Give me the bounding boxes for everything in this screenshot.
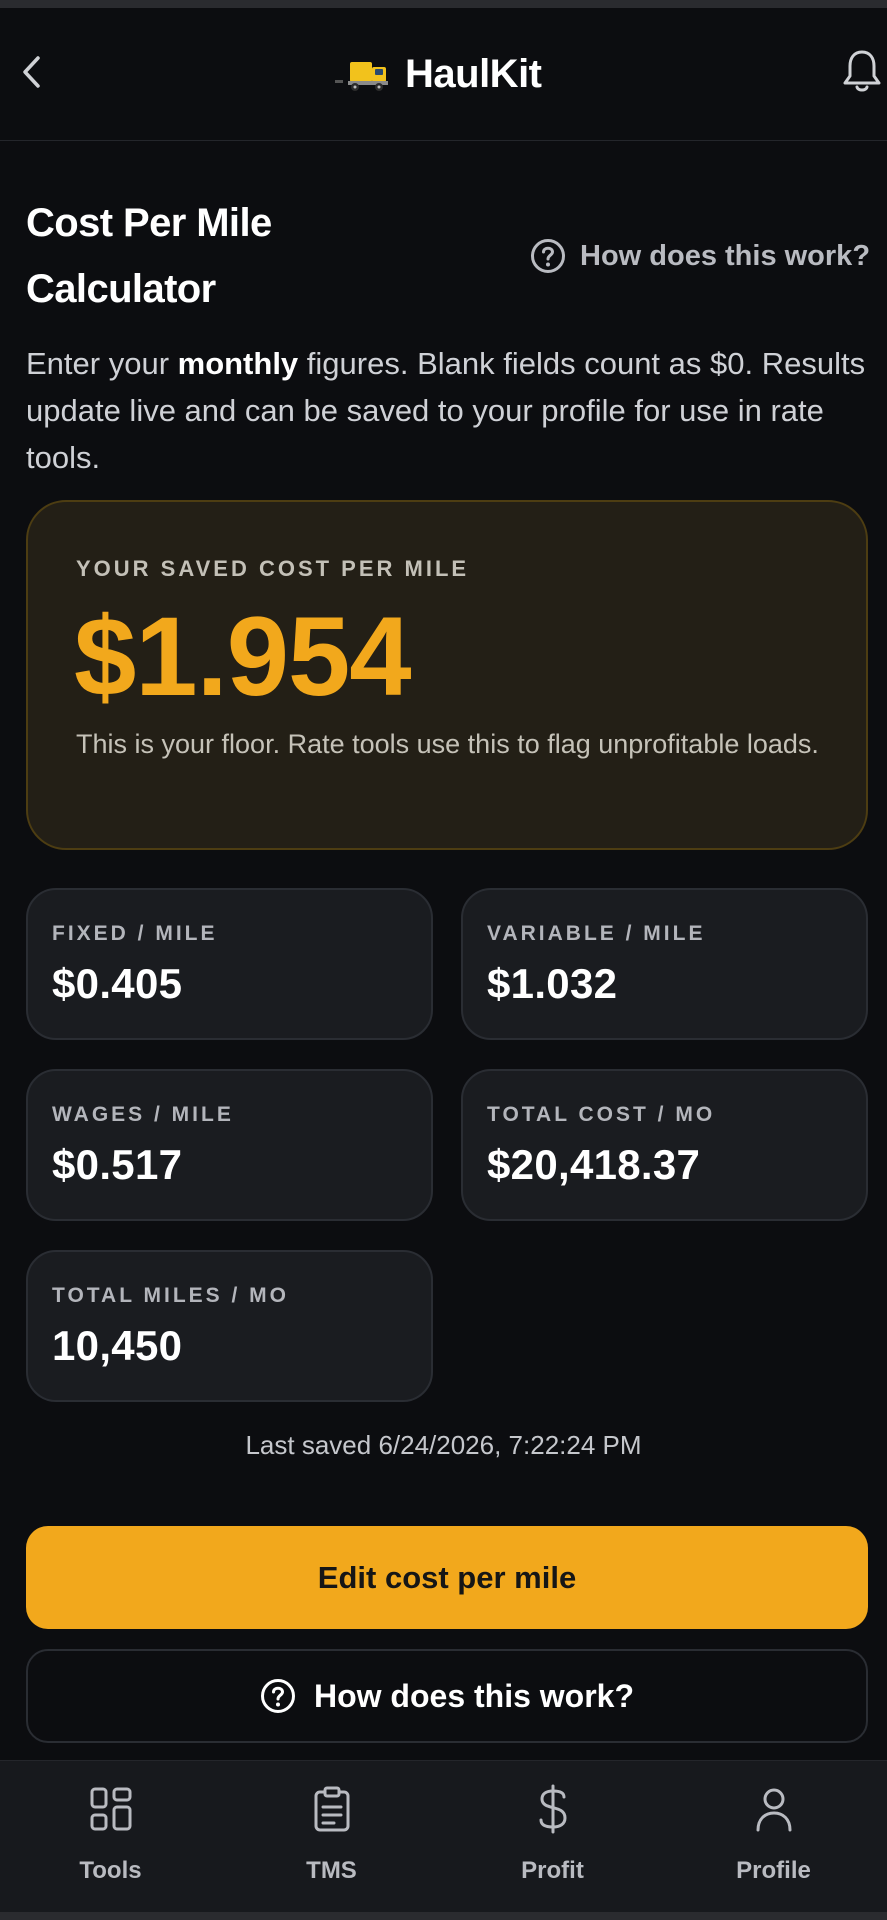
stat-label: TOTAL MILES / MO (52, 1284, 289, 1307)
nav-item-profile[interactable]: Profile (663, 1761, 884, 1913)
stat-label: VARIABLE / MILE (487, 922, 706, 945)
intro-text-emphasis: monthly (177, 346, 299, 381)
how-does-this-work-button[interactable]: How does this work? (26, 1649, 868, 1743)
intro-text-start: Enter your (26, 346, 178, 381)
stat-card-total-miles-per-month: TOTAL MILES / MO 10,450 (26, 1250, 433, 1402)
stat-label: WAGES / MILE (52, 1103, 234, 1126)
stat-label: FIXED / MILE (52, 922, 218, 945)
back-button[interactable] (14, 52, 48, 92)
saved-cost-label: YOUR SAVED COST PER MILE (76, 556, 470, 581)
help-link-top[interactable]: How does this work? (530, 234, 870, 278)
page-title: Cost Per Mile Calculator (26, 201, 272, 311)
stat-label: TOTAL COST / MO (487, 1103, 716, 1126)
nav-label: TMS (306, 1857, 357, 1884)
stat-card-wages-per-mile: WAGES / MILE $0.517 (26, 1069, 433, 1221)
dollar-icon (529, 1783, 577, 1835)
bottom-nav: Tools TMS Profit Profile (0, 1760, 887, 1912)
stat-value: 10,450 (52, 1322, 183, 1369)
question-circle-icon (260, 1679, 295, 1713)
bottom-edge (0, 1912, 887, 1920)
user-icon (750, 1783, 798, 1835)
nav-label: Profit (521, 1857, 584, 1884)
stat-card-total-cost-per-month: TOTAL COST / MO $20,418.37 (461, 1069, 868, 1221)
question-circle-icon (531, 239, 565, 273)
nav-item-tms[interactable]: TMS (221, 1761, 442, 1913)
edit-cost-per-mile-button[interactable]: Edit cost per mile (26, 1526, 868, 1629)
stat-value: $0.517 (52, 1141, 183, 1188)
stat-card-variable-per-mile: VARIABLE / MILE $1.032 (461, 888, 868, 1040)
saved-cost-note: This is your floor. Rate tools use this … (76, 729, 819, 759)
stat-value: $1.032 (487, 960, 618, 1007)
bell-icon (843, 50, 881, 92)
help-link-label: How does this work? (580, 239, 871, 272)
app-header: HaulKit (0, 8, 887, 141)
truck-logo (335, 62, 388, 91)
stat-value: $20,418.37 (487, 1141, 701, 1188)
stat-card-fixed-per-mile: FIXED / MILE $0.405 (26, 888, 433, 1040)
grid-icon (87, 1783, 135, 1835)
saved-cost-value: $1.954 (74, 594, 412, 719)
last-saved-timestamp: Last saved 6/24/2026, 7:22:24 PM (245, 1430, 642, 1460)
nav-item-profit[interactable]: Profit (442, 1761, 663, 1913)
nav-label: Profile (736, 1857, 811, 1884)
saved-cost-card: YOUR SAVED COST PER MILE $1.954 This is … (26, 500, 868, 850)
clipboard-icon (308, 1783, 356, 1835)
notifications-button[interactable] (841, 44, 887, 98)
chevron-left-icon (23, 56, 40, 88)
nav-label: Tools (79, 1857, 142, 1884)
brand-name: HaulKit (405, 51, 542, 96)
top-edge (0, 0, 887, 8)
how-does-this-work-label: How does this work? (313, 1677, 635, 1714)
nav-item-tools[interactable]: Tools (0, 1761, 221, 1913)
brand[interactable]: HaulKit (333, 48, 542, 100)
stat-value: $0.405 (52, 960, 183, 1007)
intro-text: Enter your monthly figures. Blank fields… (26, 340, 876, 481)
